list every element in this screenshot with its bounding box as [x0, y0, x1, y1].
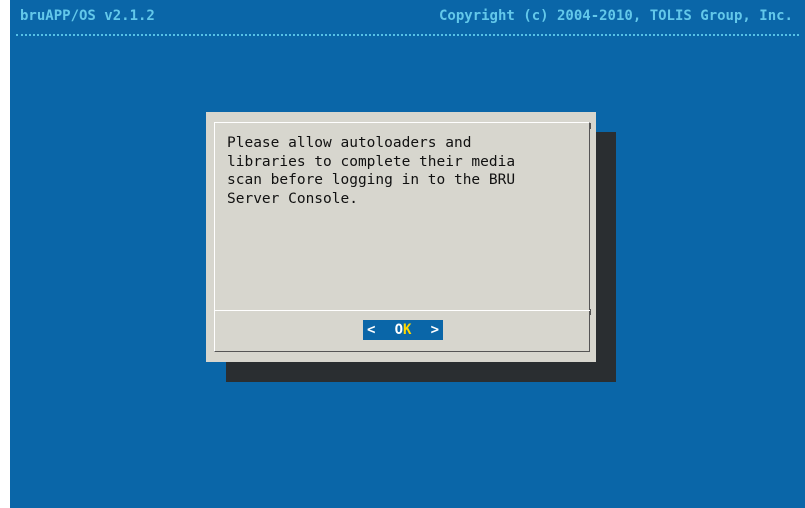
console-screen: bruAPP/OS v2.1.2 Copyright (c) 2004-2010… — [10, 0, 805, 508]
header-divider — [16, 34, 799, 36]
ok-right-bracket: > — [430, 322, 439, 338]
header-bar: bruAPP/OS v2.1.2 Copyright (c) 2004-2010… — [10, 0, 805, 40]
app-title: bruAPP/OS v2.1.2 — [20, 8, 155, 24]
ok-label-prefix: O — [394, 322, 403, 338]
message-dialog: Please allow autoloaders and libraries t… — [206, 112, 596, 362]
ok-label: OK — [395, 320, 412, 340]
ok-hotkey: K — [403, 322, 412, 338]
dialog-separator — [214, 310, 590, 311]
copyright-notice: Copyright (c) 2004-2010, TOLIS Group, In… — [438, 8, 793, 24]
ok-button[interactable]: < OK > — [363, 320, 443, 340]
frame-corner-mark — [589, 123, 591, 129]
ok-left-bracket: < — [367, 322, 376, 338]
dialog-message: Please allow autoloaders and libraries t… — [227, 135, 516, 207]
